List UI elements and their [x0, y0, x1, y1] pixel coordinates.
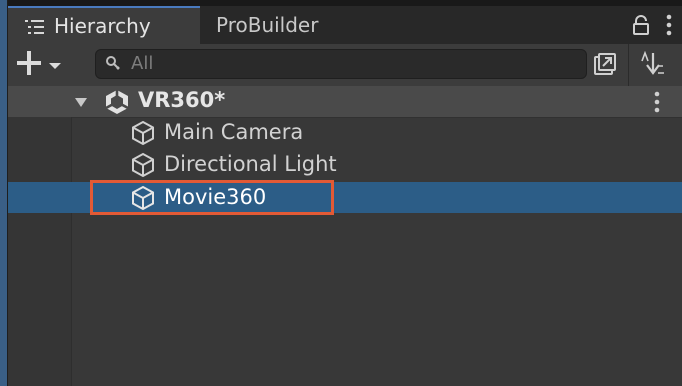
search-input[interactable] [131, 51, 571, 75]
tab-hierarchy-label: Hierarchy [54, 14, 151, 38]
tree-item-main-camera[interactable]: Main Camera [8, 117, 682, 148]
toolbar-divider [628, 44, 629, 86]
gameobject-cube-icon [130, 120, 156, 146]
tab-probuilder[interactable]: ProBuilder [216, 6, 318, 44]
tab-actions [626, 6, 682, 44]
scene-menu-icon[interactable] [650, 89, 664, 115]
fold-arrow-icon[interactable] [74, 94, 88, 108]
scene-name: VR360* [138, 88, 226, 112]
popout-icon[interactable] [590, 50, 620, 78]
tree-item-label: Main Camera [164, 120, 304, 144]
scene-row[interactable]: VR360* [8, 86, 682, 118]
kebab-menu-icon[interactable] [656, 10, 682, 40]
unity-scene-icon [104, 89, 130, 115]
search-icon [105, 55, 121, 71]
hierarchy-toolbar [8, 44, 682, 87]
tree-item-directional-light[interactable]: Directional Light [8, 149, 682, 180]
list-icon [24, 17, 46, 35]
search-field[interactable] [95, 49, 587, 79]
hierarchy-tree: VR360* Main Camera Directional Light Mov… [8, 86, 682, 386]
tab-hierarchy[interactable]: Hierarchy [8, 6, 200, 44]
gameobject-cube-icon [130, 152, 156, 178]
tree-item-label: Directional Light [164, 152, 337, 176]
annotation-highlight-box [90, 180, 334, 215]
dropdown-arrow-icon [48, 56, 62, 75]
plus-icon [16, 50, 42, 80]
create-dropdown-button[interactable] [16, 50, 82, 80]
window-left-edge [0, 0, 7, 386]
sort-icon[interactable] [638, 49, 668, 79]
tab-bar: Hierarchy ProBuilder [8, 6, 682, 44]
lock-icon[interactable] [626, 10, 656, 40]
tab-probuilder-label: ProBuilder [216, 13, 319, 37]
